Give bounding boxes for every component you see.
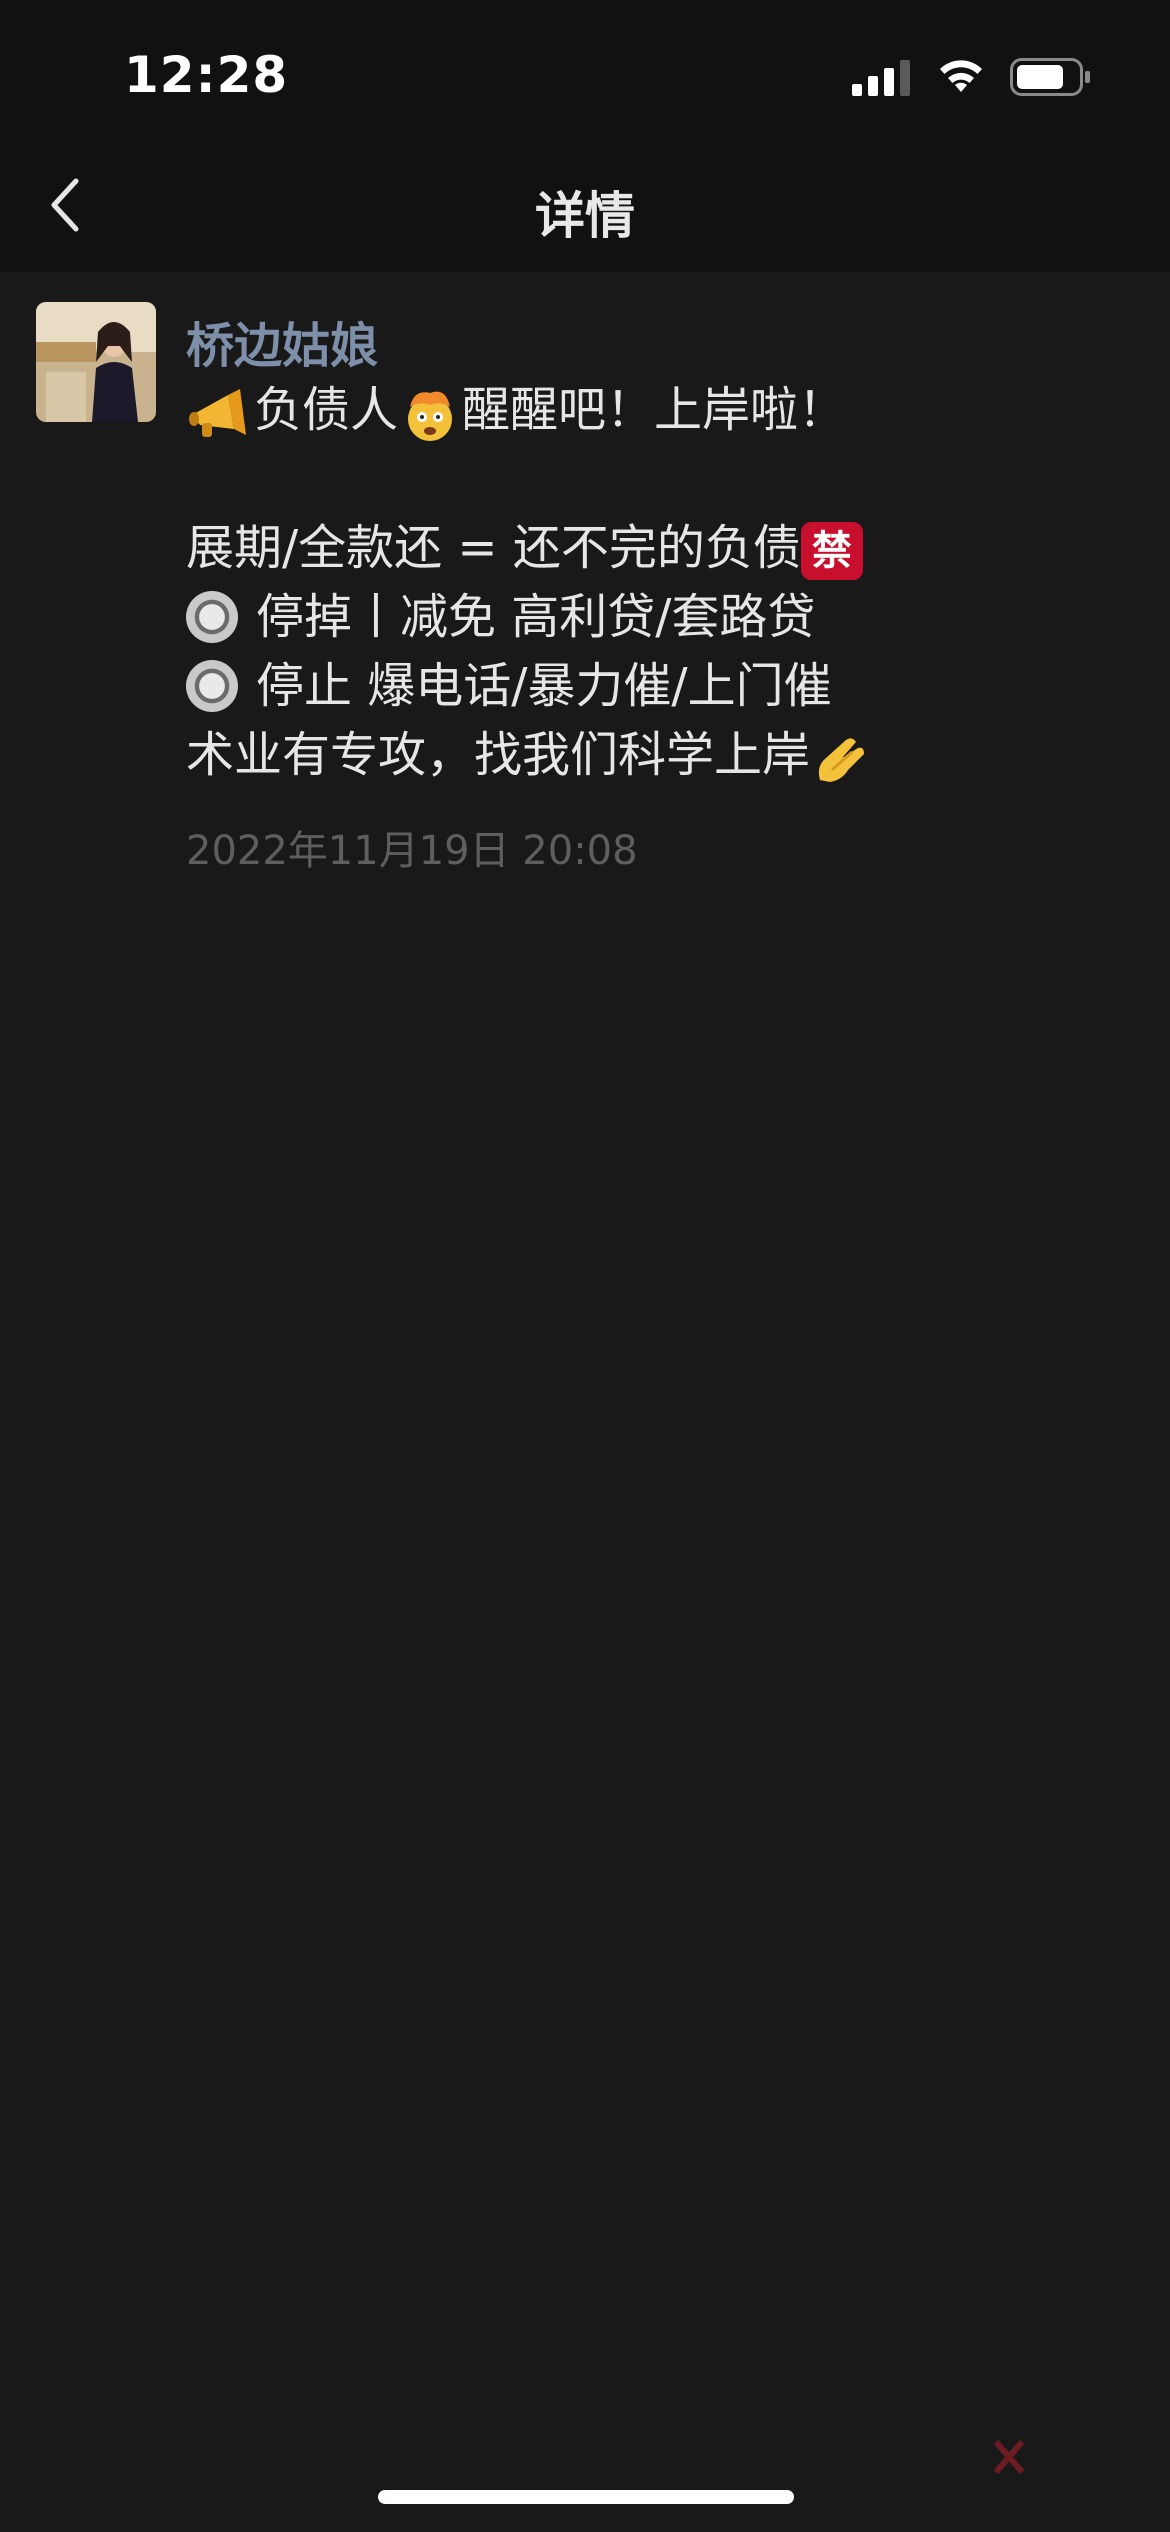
status-time: 12:28 bbox=[124, 46, 289, 104]
content-l5-text: 术业有专攻，找我们科学上岸 bbox=[186, 727, 811, 783]
content-line-4: 停止 爆电话/暴力催/上门催 bbox=[186, 652, 1146, 721]
content-l4-text: 停止 爆电话/暴力催/上门催 bbox=[256, 658, 832, 714]
content-blank-line bbox=[186, 445, 1146, 514]
content-line-2: 展期/全款还 = 还不完的负债禁 bbox=[186, 514, 1146, 583]
avatar[interactable] bbox=[36, 302, 156, 422]
home-indicator[interactable] bbox=[378, 2490, 794, 2504]
content-line-3: 停掉丨减免 高利贷/套路贷 bbox=[186, 583, 1146, 652]
content-l1-text-b: 醒醒吧！上岸啦！ bbox=[462, 382, 847, 438]
prohibited-badge: 禁 bbox=[800, 522, 863, 580]
content-l3-text: 停掉丨减免 高利贷/套路贷 bbox=[256, 589, 816, 645]
watermark-logo bbox=[993, 2440, 1114, 2480]
battery-icon bbox=[1010, 58, 1090, 96]
wifi-icon bbox=[940, 60, 982, 92]
megaphone-icon bbox=[189, 389, 246, 437]
cellular-signal-icon bbox=[852, 60, 910, 96]
content-line-5: 术业有专攻，找我们科学上岸 bbox=[186, 721, 1146, 790]
pinched-fingers-icon bbox=[818, 738, 865, 782]
page-title: 详情 bbox=[535, 187, 635, 245]
content-l2-text: 展期/全款还 = 还不完的负债 bbox=[186, 520, 801, 576]
watermark-x-icon bbox=[993, 2440, 1025, 2474]
post-timestamp: 2022年11月19日 20:08 bbox=[186, 828, 638, 874]
exploding-head-icon bbox=[408, 391, 453, 441]
author-name[interactable]: 桥边姑娘 bbox=[186, 306, 378, 376]
content-line-1: 负债人 醒醒吧！上岸啦！ bbox=[186, 376, 1146, 445]
header-area: 12:28 详情 bbox=[0, 0, 1170, 272]
content-l1-text-a: 负债人 bbox=[254, 382, 399, 438]
radio-button-icon bbox=[186, 591, 238, 643]
avatar-photo bbox=[36, 302, 156, 422]
radio-button-icon bbox=[186, 660, 238, 712]
detail-screen: 12:28 详情 桥边姑娘 负债人 醒醒吧！上岸啦！ 展期/全款还 = 还不完的… bbox=[0, 0, 1170, 2532]
post-content: 负债人 醒醒吧！上岸啦！ 展期/全款还 = 还不完的负债禁 停掉丨减免 高利贷/… bbox=[186, 376, 1146, 790]
